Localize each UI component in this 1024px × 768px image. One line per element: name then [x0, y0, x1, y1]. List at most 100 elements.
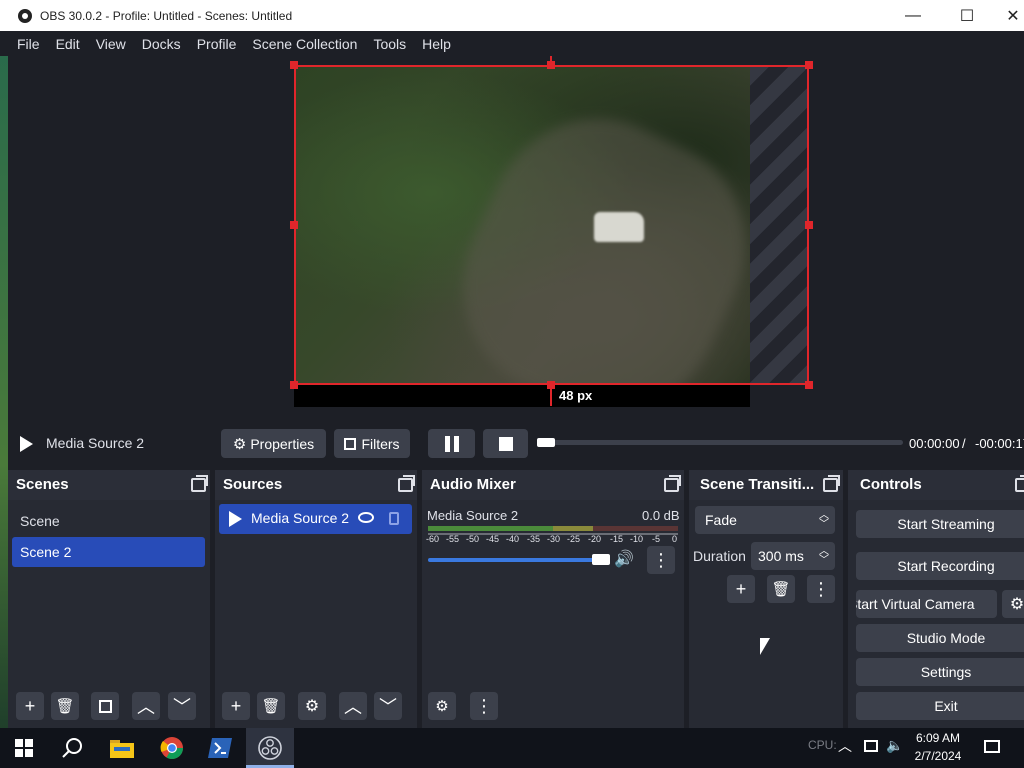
resize-handle-top-left[interactable]	[290, 61, 298, 69]
scene-item[interactable]: Scene	[12, 506, 205, 536]
notification-icon[interactable]	[984, 740, 1000, 753]
resize-handle-bottom-right[interactable]	[805, 381, 813, 389]
scale-label: -45	[486, 534, 500, 544]
scenes-dock: Scenes Scene Scene 2 + 🗑 ︿ ﹀	[8, 470, 210, 728]
menu-edit[interactable]: Edit	[48, 36, 88, 52]
duration-label: Duration	[693, 548, 746, 564]
clock-time[interactable]: 6:09 AM	[906, 731, 970, 745]
volume-slider[interactable]	[428, 558, 610, 562]
move-scene-down-button[interactable]: ﹀	[168, 692, 196, 720]
sources-dock: Sources Media Source 2 + 🗑 ⚙ ︿ ﹀	[215, 470, 417, 728]
remove-source-button[interactable]: 🗑	[257, 692, 285, 720]
scale-label: -20	[588, 534, 602, 544]
source-selection-box[interactable]	[294, 65, 809, 385]
menu-help[interactable]: Help	[414, 36, 459, 52]
advanced-audio-properties-button[interactable]: ⚙	[428, 692, 456, 720]
speaker-icon[interactable]: 🔊	[614, 549, 634, 569]
source-item-selected[interactable]: Media Source 2	[219, 504, 412, 534]
move-scene-up-button[interactable]: ︿	[132, 692, 160, 720]
start-virtual-camera-button[interactable]: Start Virtual Camera	[856, 590, 997, 618]
duration-spinbox[interactable]: 300 ms ︿ ﹀	[751, 542, 835, 570]
sources-dock-title: Sources	[215, 470, 417, 500]
scene-transitions-dock: Scene Transiti... Fade ︿ ﹀ Duration 300 m…	[689, 470, 843, 728]
menu-docks[interactable]: Docks	[134, 36, 189, 52]
vu-meter-yellow	[553, 526, 593, 531]
minimize-button[interactable]: —	[890, 0, 936, 31]
dimension-guide-top	[550, 56, 552, 66]
studio-mode-button[interactable]: Studio Mode	[856, 624, 1024, 652]
search-button[interactable]	[48, 728, 96, 768]
stepper-icon[interactable]: ︿ ﹀	[819, 547, 829, 566]
network-icon[interactable]	[864, 740, 878, 752]
volume-muted-icon[interactable]: 🔈	[886, 737, 903, 754]
menu-scene-collection[interactable]: Scene Collection	[244, 36, 365, 52]
remove-transition-button[interactable]: 🗑	[767, 575, 795, 603]
seek-bar[interactable]	[537, 440, 903, 445]
start-recording-button[interactable]: Start Recording	[856, 552, 1024, 580]
status-fragment: CPU:	[808, 738, 837, 752]
transition-select[interactable]: Fade ︿ ﹀	[695, 506, 835, 534]
undock-icon[interactable]	[398, 475, 415, 492]
audio-menu-button[interactable]: ⋮	[647, 546, 675, 574]
menu-file[interactable]: File	[9, 36, 48, 52]
source-properties-button[interactable]: ⚙	[298, 692, 326, 720]
obs-taskbar-button[interactable]	[246, 728, 294, 768]
maximize-button[interactable]: ☐	[944, 0, 990, 31]
more-vertical-icon: ⋮	[812, 578, 830, 599]
resize-handle-top-right[interactable]	[805, 61, 813, 69]
undock-icon[interactable]	[823, 475, 840, 492]
play-icon[interactable]	[20, 436, 33, 452]
stop-button[interactable]	[483, 429, 528, 458]
properties-button[interactable]: ⚙ Properties	[221, 429, 326, 458]
menu-profile[interactable]: Profile	[189, 36, 245, 52]
plus-icon: +	[230, 695, 242, 716]
add-scene-button[interactable]: +	[16, 692, 44, 720]
eye-icon[interactable]	[358, 512, 374, 523]
powershell-button[interactable]	[196, 728, 244, 768]
move-source-up-button[interactable]: ︿	[339, 692, 367, 720]
move-source-down-button[interactable]: ﹀	[374, 692, 402, 720]
undock-icon[interactable]	[1015, 475, 1024, 492]
scene-filters-button[interactable]	[91, 692, 119, 720]
settings-button[interactable]: Settings	[856, 658, 1024, 686]
filters-button[interactable]: Filters	[334, 429, 410, 458]
scale-label: -60	[426, 534, 440, 544]
menu-tools[interactable]: Tools	[365, 36, 414, 52]
virtual-camera-settings-button[interactable]: ⚙	[1002, 590, 1024, 618]
pause-button[interactable]	[428, 429, 475, 458]
undock-icon[interactable]	[191, 475, 208, 492]
start-virtual-camera-label: Start Virtual Camera	[856, 596, 975, 612]
menu-view[interactable]: View	[88, 36, 134, 52]
clock-date[interactable]: 2/7/2024	[906, 749, 970, 763]
media-source-icon	[229, 511, 242, 527]
file-explorer-button[interactable]	[98, 728, 146, 768]
scene-item-selected[interactable]: Scene 2	[12, 537, 205, 567]
start-streaming-button[interactable]: Start Streaming	[856, 510, 1024, 538]
windows-start-button[interactable]	[0, 728, 48, 768]
sources-title: Sources	[223, 476, 283, 493]
mouse-cursor-icon	[760, 638, 770, 655]
time-separator: /	[962, 436, 966, 451]
add-transition-button[interactable]: +	[727, 575, 755, 603]
chrome-button[interactable]	[148, 728, 196, 768]
scene-transitions-title: Scene Transiti...	[700, 476, 815, 493]
transition-menu-button[interactable]: ⋮	[807, 575, 835, 603]
resize-handle-bottom-left[interactable]	[290, 381, 298, 389]
resize-handle-right[interactable]	[805, 221, 813, 229]
current-time: 00:00:00	[909, 436, 960, 451]
audio-mixer-dock: Audio Mixer Media Source 2 0.0 dB -60 -5…	[422, 470, 684, 728]
chevron-up-icon[interactable]: ︿	[838, 736, 852, 756]
add-source-button[interactable]: +	[222, 692, 250, 720]
seek-handle[interactable]	[537, 438, 555, 447]
audio-mixer-menu-button[interactable]: ⋮	[470, 692, 498, 720]
remove-scene-button[interactable]: 🗑	[51, 692, 79, 720]
filter-icon	[344, 437, 357, 450]
exit-button[interactable]: Exit	[856, 692, 1024, 720]
close-button[interactable]: ✕	[990, 0, 1024, 31]
obs-icon	[258, 736, 282, 760]
volume-slider-handle[interactable]	[592, 554, 610, 565]
lock-icon[interactable]	[389, 512, 399, 525]
search-icon	[62, 738, 82, 758]
resize-handle-left[interactable]	[290, 221, 298, 229]
undock-icon[interactable]	[664, 475, 681, 492]
